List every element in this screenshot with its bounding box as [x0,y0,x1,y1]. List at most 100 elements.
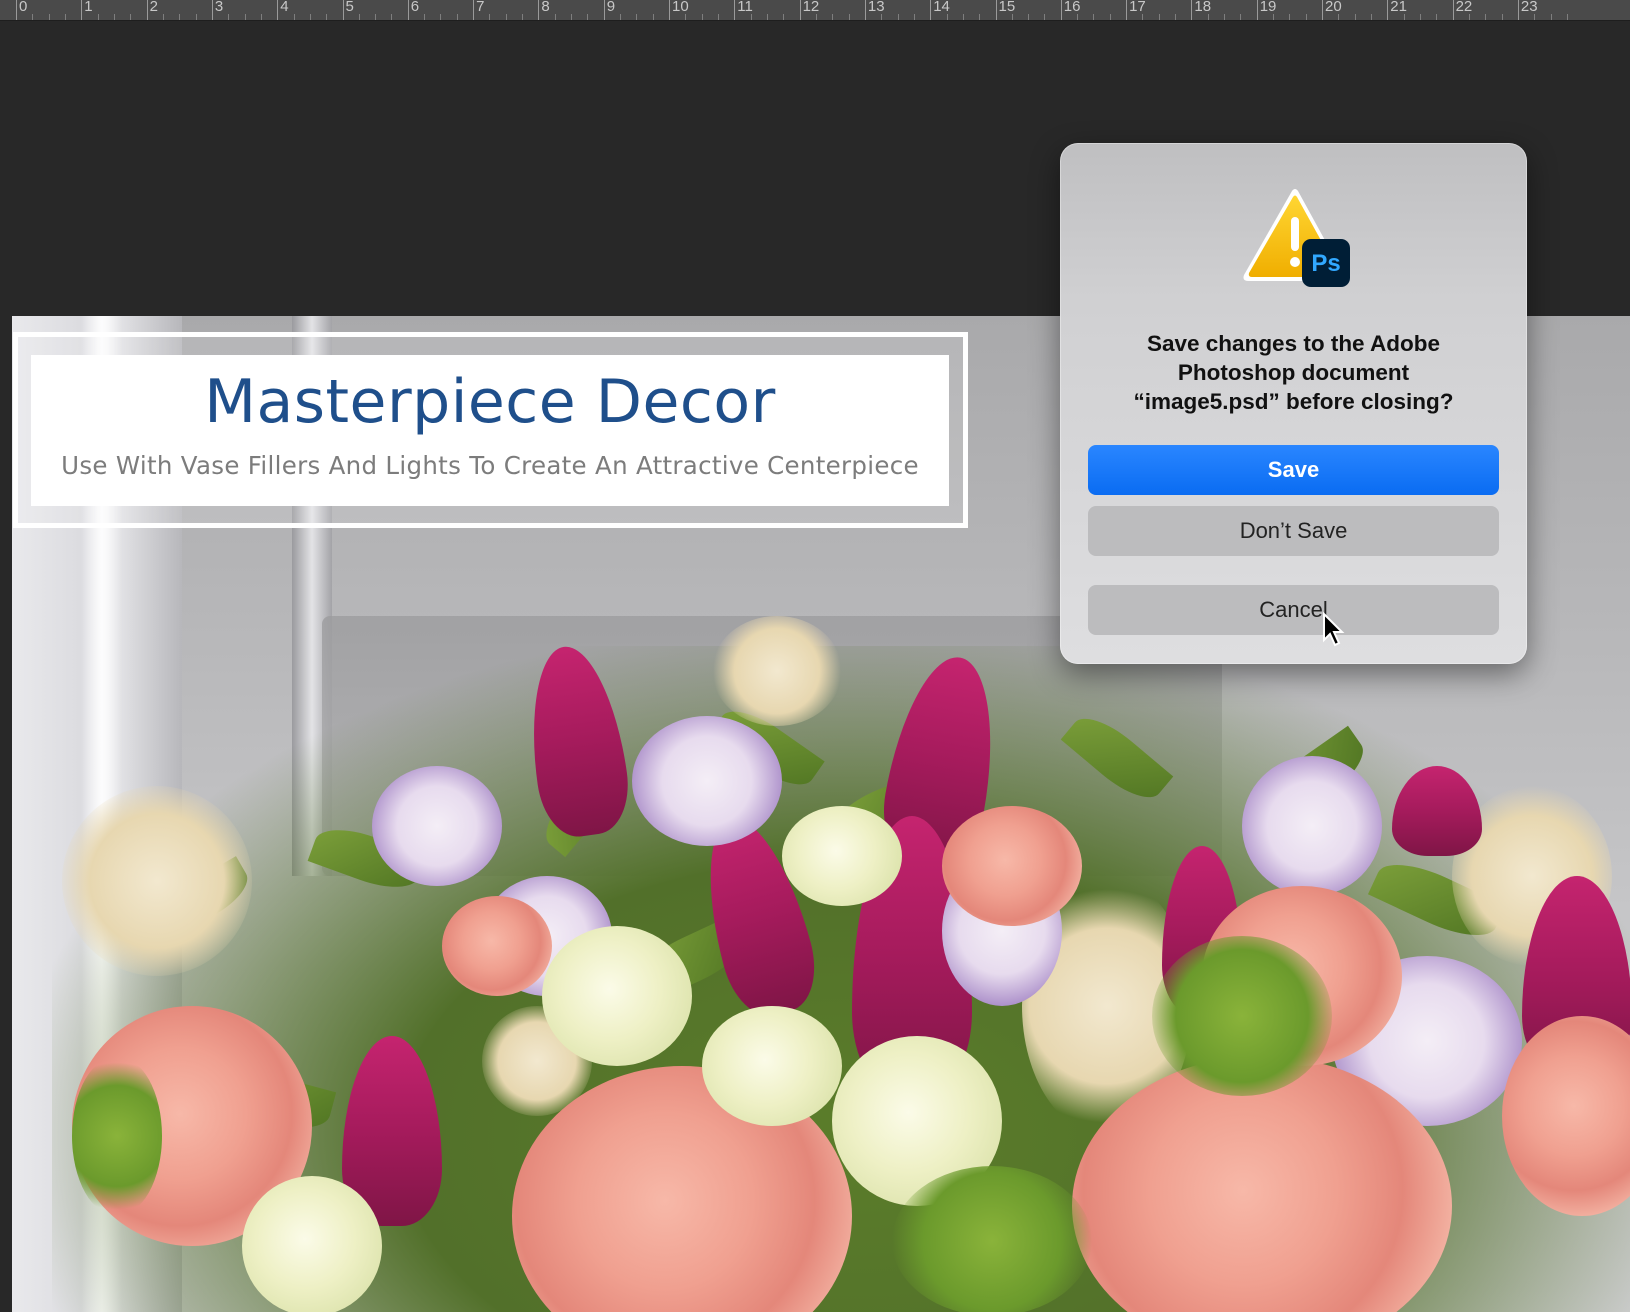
ruler-label: 14 [933,0,950,15]
ruler-major-tick [1191,0,1193,20]
dialog-message-line: Photoshop document [1177,360,1410,385]
ruler-minor-tick [522,14,524,20]
ruler-minor-tick [571,14,573,20]
dialog-message-line: Save changes to the Adobe [1147,331,1440,356]
ruler-minor-tick [832,14,834,20]
save-button[interactable]: Save [1088,445,1499,495]
ruler-major-tick [1387,0,1389,20]
ruler-label: 2 [149,0,158,15]
lisianthus-flower [632,716,782,846]
ruler-minor-tick [1273,14,1275,20]
ruler-minor-tick [1305,14,1307,20]
ruler-minor-tick [685,14,687,20]
ruler-minor-tick [48,14,50,20]
ruler-minor-tick [815,14,817,20]
ruler-minor-tick [1224,14,1226,20]
ruler-major-tick [1322,0,1323,20]
ruler-minor-tick [309,14,311,20]
ruler-major-tick [81,0,83,20]
ruler-major-tick [1060,0,1062,20]
ruler-major-tick [211,0,213,20]
pink-rose [942,806,1082,926]
ruler-minor-tick [391,14,393,20]
ruler-minor-tick [979,14,981,20]
ruler-minor-tick [962,14,964,20]
ruler-minor-tick [375,14,377,20]
ruler-major-tick [864,0,866,20]
ruler-minor-tick [701,14,703,20]
green-dianthus [1152,936,1332,1096]
ruler-minor-tick [440,14,442,20]
photoshop-badge-text: Ps [1311,250,1340,277]
ruler-label: 7 [476,0,485,15]
dont-save-button[interactable]: Don’t Save [1088,506,1499,556]
lisianthus-flower [372,766,502,886]
ruler-minor-tick [587,14,589,20]
ruler-minor-tick [1077,14,1079,20]
ruler-label: 12 [802,0,820,15]
ruler-minor-tick [424,14,426,20]
ruler-label: 9 [606,0,616,15]
ruler-label: 8 [541,0,550,15]
ruler-label: 3 [214,0,224,15]
ruler-minor-tick [1419,14,1421,20]
ruler-minor-tick [1109,14,1111,20]
ruler-minor-tick [1028,14,1030,20]
pink-rose [442,896,552,996]
ruler-minor-tick [64,14,66,20]
ruler-minor-tick [1550,14,1552,20]
ruler-minor-tick [326,14,328,20]
ruler-minor-tick [636,14,638,20]
ruler-minor-tick [946,14,948,20]
ruler-minor-tick [1338,14,1340,20]
ruler-major-tick [342,0,344,20]
ruler-minor-tick [1354,14,1356,20]
ruler-minor-tick [456,14,458,20]
mouse-cursor-icon [1323,612,1345,647]
ruler-minor-tick [1289,14,1291,20]
ruler-minor-tick [505,14,507,20]
ruler-minor-tick [897,14,899,20]
ruler-minor-tick [130,14,132,20]
ruler-minor-tick [766,14,768,20]
ruler-label: 6 [410,0,420,15]
ruler-major-tick [799,0,801,20]
ruler-minor-tick [1436,14,1438,20]
ruler-minor-tick [260,14,262,20]
cancel-button[interactable]: Cancel [1088,585,1499,635]
ruler-major-tick [669,0,670,20]
ruler-major-tick [1126,0,1128,20]
ruler-label: 0 [19,0,28,15]
ruler-minor-tick [228,14,230,20]
ruler-major-tick [995,0,997,20]
banner: Masterpiece Decor Use With Vase Fillers … [31,355,949,506]
ruler-minor-tick [750,14,752,20]
ruler-label: 20 [1325,0,1342,15]
ruler-minor-tick [1142,14,1144,20]
ruler-minor-tick [1207,14,1209,20]
ruler-label: 4 [280,0,289,15]
ruler-major-tick [734,0,736,20]
ruler-label: 13 [867,0,885,15]
ruler-major-tick [277,0,279,20]
ruler-minor-tick [783,14,785,20]
ruler-minor-tick [717,14,719,20]
save-changes-dialog: Ps Save changes to the Adobe Photoshop d… [1060,143,1527,664]
astilbe-plume [712,616,842,726]
ruler-major-tick [930,0,932,20]
ruler-label: 5 [345,0,354,15]
ruler-label: 1 [84,0,93,15]
ruler-label: 23 [1520,0,1538,15]
ruler-label: 19 [1259,0,1277,15]
ruler-label: 18 [1194,0,1212,15]
ruler-minor-tick [1403,14,1405,20]
ruler-major-tick [1452,0,1454,20]
green-dianthus [72,1056,162,1216]
ruler-major-tick [603,0,605,20]
ruler-minor-tick [913,14,915,20]
ruler-label: 11 [737,0,753,15]
banner-title: Masterpiece Decor [204,367,776,437]
ruler-label: 17 [1129,0,1146,15]
ruler-major-tick [1517,0,1519,20]
horizontal-ruler[interactable]: 0 1 2 3 4 5 6 7 8 9 10 11 12 13 14 15 16 17 18 19 20 21 22 23 [0,0,1630,21]
